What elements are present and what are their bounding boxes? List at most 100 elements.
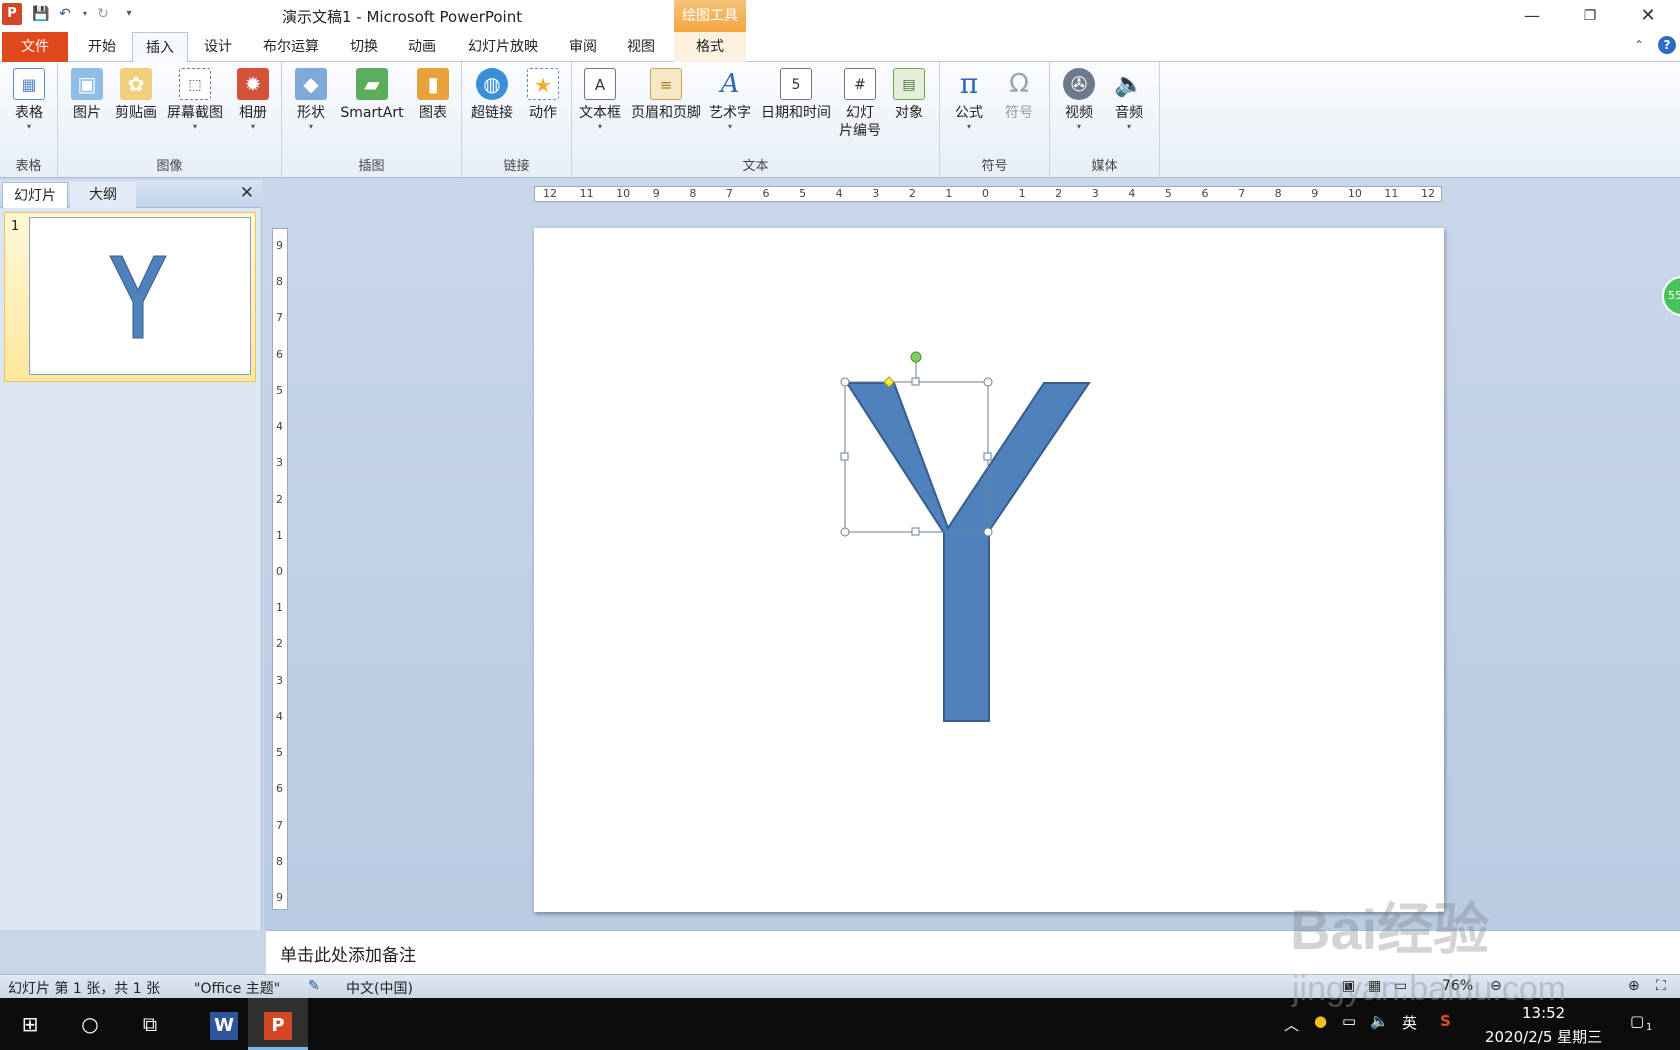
photo-album-button[interactable]: ✹ 相册 ▾ <box>230 66 276 132</box>
tray-app-icon[interactable]: ● <box>1314 1012 1327 1030</box>
screenshot-button[interactable]: ⬚ 屏幕截图 ▾ <box>164 66 226 132</box>
tab-boolean-ops[interactable]: 布尔运算 <box>254 32 328 62</box>
header-footer-button[interactable]: ≡ 页眉和页脚 <box>628 66 704 122</box>
group-media: ✇ 视频 ▾ 🔈 音频 ▾ 媒体 <box>1050 62 1160 178</box>
chart-button[interactable]: ▮ 图表 <box>410 66 456 122</box>
clipart-icon: ✿ <box>120 68 152 100</box>
customize-qat-icon[interactable]: ▾ <box>120 5 138 23</box>
textbox-button[interactable]: A 文本框 ▾ <box>576 66 624 132</box>
film-reel-icon: ✇ <box>1063 68 1095 100</box>
restore-icon[interactable]: ❐ <box>1562 0 1618 32</box>
word-icon: W <box>210 1011 238 1040</box>
group-text: A 文本框 ▾ ≡ 页眉和页脚 A 艺术字 ▾ 5 日期和时间 # 幻灯 片编号… <box>572 62 940 178</box>
resize-handle[interactable] <box>983 377 993 387</box>
resize-handle[interactable] <box>911 377 920 386</box>
ruler-tick-label: 10 <box>616 187 631 200</box>
close-icon[interactable]: ✕ <box>1620 0 1676 32</box>
spellcheck-icon[interactable]: ✎ <box>308 978 320 994</box>
search-circle-icon[interactable]: ○ <box>60 998 120 1050</box>
zoom-in-icon[interactable]: ⊕ <box>1628 978 1640 994</box>
resize-handle[interactable] <box>983 452 992 461</box>
tab-format[interactable]: 格式 <box>674 32 746 62</box>
taskbar-word-app[interactable]: W <box>196 998 252 1050</box>
save-icon[interactable]: 💾 <box>32 5 50 23</box>
table-button[interactable]: ▦ 表格 ▾ <box>6 66 52 132</box>
slide-number-button[interactable]: # 幻灯 片编号 <box>836 66 884 140</box>
resize-handle[interactable] <box>840 527 850 537</box>
resize-handle[interactable] <box>983 527 993 537</box>
slide-thumbnail-number: 1 <box>11 219 20 234</box>
slide-canvas[interactable] <box>534 228 1444 912</box>
audio-button[interactable]: 🔈 音频 ▾ <box>1106 66 1152 132</box>
tab-view[interactable]: 视图 <box>621 32 661 62</box>
vertical-ruler: 9 8 7 6 5 4 3 2 1 0 1 2 3 4 5 6 7 8 9 <box>272 228 288 910</box>
tab-slideshow[interactable]: 幻灯片放映 <box>460 32 546 62</box>
close-panel-icon[interactable]: ✕ <box>240 183 254 203</box>
hyperlink-button[interactable]: ◍ 超链接 <box>466 66 518 122</box>
ruler-tick-label: 6 <box>762 187 770 200</box>
drawing-tools-context-tab: 绘图工具 <box>674 0 746 32</box>
group-illustrations: ◆ 形状 ▾ ▰ SmartArt ▮ 图表 插图 <box>282 62 462 178</box>
tray-overflow-icon[interactable]: ︿ <box>1284 1014 1299 1035</box>
video-button[interactable]: ✇ 视频 ▾ <box>1056 66 1102 132</box>
date-time-button[interactable]: 5 日期和时间 <box>758 66 834 122</box>
resize-handle[interactable] <box>911 527 920 536</box>
shapes-button[interactable]: ◆ 形状 ▾ <box>288 66 334 132</box>
notification-icon[interactable]: ▢ <box>1630 1012 1644 1030</box>
fit-window-icon[interactable]: ⛶ <box>1656 978 1666 994</box>
symbol-button[interactable]: Ω 符号 <box>996 66 1042 122</box>
volume-icon[interactable]: 🔈 <box>1370 1012 1389 1030</box>
tab-home[interactable]: 开始 <box>82 32 122 62</box>
tab-insert[interactable]: 插入 <box>132 32 188 63</box>
ribbon-collapse-icon[interactable]: ⌃ <box>1634 38 1644 52</box>
powerpoint-app-icon[interactable]: P <box>2 3 22 25</box>
bar-chart-icon: ▮ <box>417 68 449 100</box>
tab-slides[interactable]: 幻灯片 <box>2 182 68 208</box>
tab-animations[interactable]: 动画 <box>402 32 442 62</box>
ruler-tick-label: 8 <box>689 187 697 200</box>
action-button[interactable]: ★ 动作 <box>520 66 566 122</box>
slide-thumbnail-item[interactable]: 1 <box>4 212 256 382</box>
picture-icon: ▣ <box>71 68 103 100</box>
tab-review[interactable]: 审阅 <box>563 32 603 62</box>
notes-placeholder[interactable]: 单击此处添加备注 <box>280 941 416 966</box>
theme-status[interactable]: "Office 主题" <box>194 978 280 998</box>
resize-handle[interactable] <box>840 452 849 461</box>
tab-design[interactable]: 设计 <box>198 32 238 62</box>
thumbnail-y-shape <box>109 255 167 339</box>
object-button[interactable]: ▤ 对象 <box>886 66 932 122</box>
ime-indicator[interactable]: 英 <box>1402 1012 1417 1033</box>
sogou-ime-icon[interactable]: S <box>1440 1012 1451 1030</box>
ruler-tick-label: 5 <box>799 187 807 200</box>
windows-start-icon[interactable]: ⊞ <box>0 998 60 1050</box>
language-status[interactable]: 中文(中国) <box>346 978 413 998</box>
resize-handle[interactable] <box>840 377 850 387</box>
tab-outline[interactable]: 大纲 <box>70 182 136 208</box>
ruler-tick-label: 12 <box>1421 187 1435 200</box>
ruler-tick-label: 4 <box>835 187 843 200</box>
dropdown-arrow-icon: ▾ <box>1076 122 1081 131</box>
tab-file[interactable]: 文件 <box>2 32 68 62</box>
rotation-handle[interactable] <box>910 351 922 363</box>
redo-icon[interactable]: ↻ <box>94 5 112 23</box>
wordart-button[interactable]: A 艺术字 ▾ <box>706 66 754 132</box>
clock-date[interactable]: 2020/2/5 星期三 <box>1485 1026 1602 1047</box>
clipart-button[interactable]: ✿ 剪贴画 <box>112 66 160 122</box>
ruler-tick-label: 6 <box>276 347 283 361</box>
slide-thumbnail[interactable] <box>29 217 251 375</box>
tab-transitions[interactable]: 切换 <box>344 32 384 62</box>
slides-panel-tabs: 幻灯片 大纲 ✕ <box>0 180 262 208</box>
network-icon[interactable]: ▭ <box>1342 1012 1356 1030</box>
taskbar-powerpoint-app[interactable]: P <box>248 998 308 1050</box>
smartart-button[interactable]: ▰ SmartArt <box>336 66 408 122</box>
undo-dropdown-icon[interactable]: ▾ <box>76 5 94 23</box>
window-title: 演示文稿1 - Microsoft PowerPoint <box>282 8 523 26</box>
ruler-tick-label: 2 <box>276 637 283 651</box>
picture-button[interactable]: ▣ 图片 <box>64 66 110 122</box>
y-shape[interactable] <box>845 382 1091 722</box>
help-icon[interactable]: ? <box>1658 36 1676 54</box>
minimize-icon[interactable]: — <box>1504 0 1560 32</box>
equation-button[interactable]: π 公式 ▾ <box>946 66 992 132</box>
task-view-icon[interactable]: ⧉ <box>120 998 180 1050</box>
undo-icon[interactable]: ↶ <box>56 5 74 23</box>
